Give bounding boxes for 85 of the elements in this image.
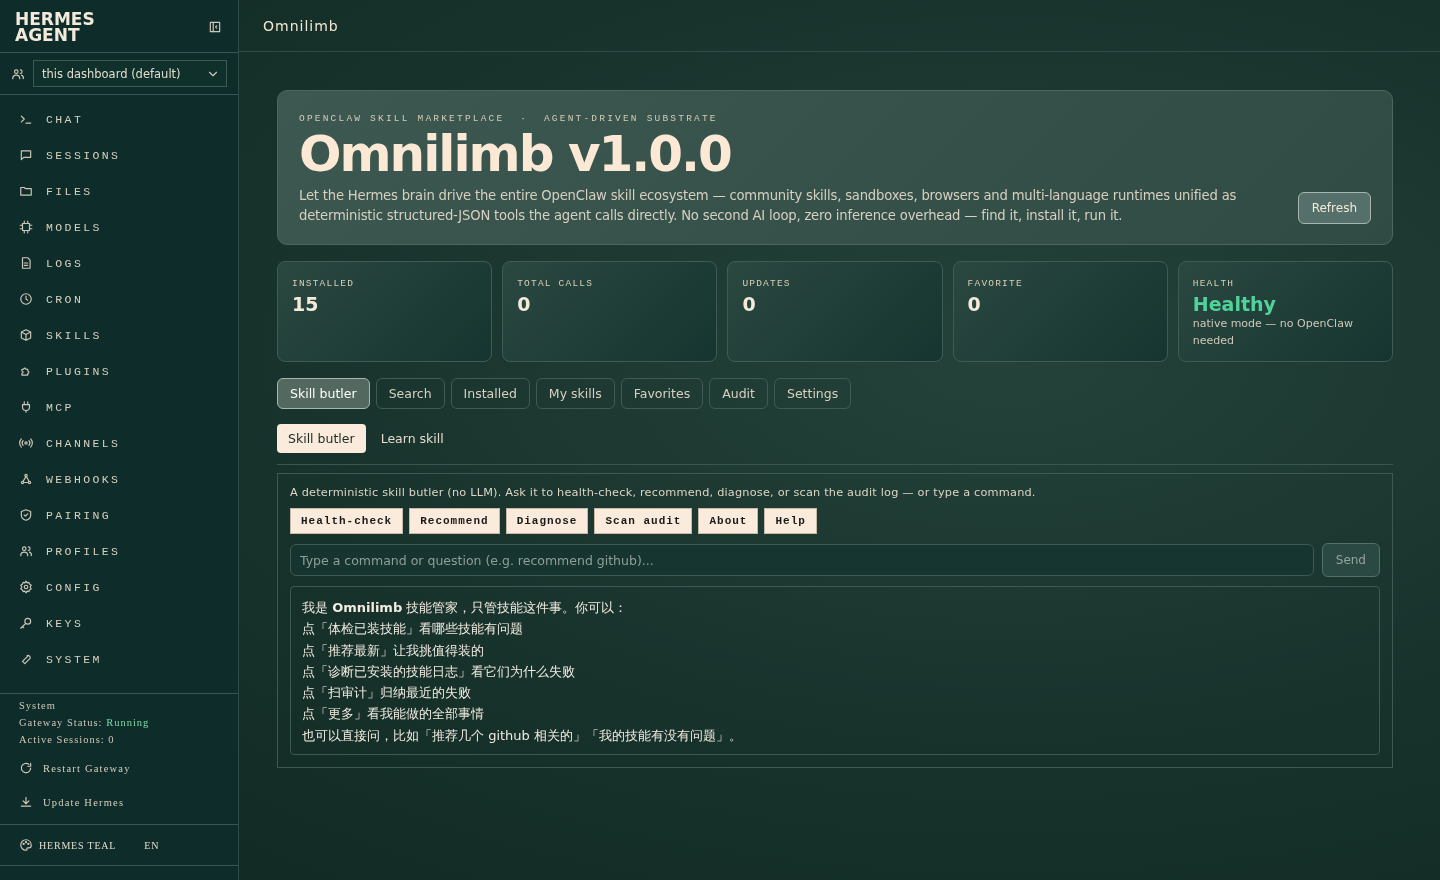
reply-line: 点「体检已装技能」看哪些技能有问题: [302, 620, 524, 638]
tab[interactable]: Skill butler: [277, 378, 370, 409]
stat-value: 0: [742, 293, 757, 315]
page-title: Omnilimb: [263, 17, 339, 34]
quick-action-button[interactable]: Help: [764, 508, 817, 534]
reply-line: 点「更多」看我能做的全部事情: [302, 705, 485, 723]
users-icon: [19, 544, 33, 558]
settings-icon: [19, 580, 33, 594]
health-status: Healthy: [1192, 293, 1277, 315]
sidebar-collapse-icon: [208, 19, 222, 34]
stat-value: 0: [967, 293, 982, 315]
nav-item[interactable]: SKILLS: [0, 317, 238, 353]
tab[interactable]: Audit: [709, 378, 768, 409]
webhook-icon: [19, 472, 33, 486]
nav-item[interactable]: PROFILES: [0, 533, 238, 569]
tab[interactable]: My skills: [535, 378, 615, 409]
folder-icon: [19, 184, 33, 198]
hero-title: Omnilimb v1.0.0: [299, 126, 732, 182]
cube-icon: [19, 328, 33, 342]
quick-action-button[interactable]: Scan audit: [594, 508, 693, 534]
plug-icon: [19, 400, 33, 414]
palette-icon: [19, 838, 33, 852]
nav-item[interactable]: CHANNELS: [0, 425, 238, 461]
stat-value: 15: [292, 293, 320, 315]
active-sessions: Active Sessions: 0: [19, 734, 116, 745]
nav-item[interactable]: LOGS: [0, 245, 238, 281]
quick-action-button[interactable]: About: [698, 508, 759, 534]
nav-item[interactable]: MODELS: [0, 209, 238, 245]
sidebar-action[interactable]: Update Hermes: [0, 785, 238, 819]
language-code[interactable]: EN: [144, 839, 160, 851]
profile-select[interactable]: this dashboard (default): [33, 60, 227, 87]
butler-intro: A deterministic skill butler (no LLM). Ask it to health-check, recommend, diagnose, or scan the audit log — or type a command.: [290, 486, 1037, 499]
broadcast-icon: [19, 436, 33, 450]
nav-item[interactable]: CONFIG: [0, 569, 238, 605]
nav-item[interactable]: SYSTEM: [0, 641, 238, 677]
users-icon: [11, 66, 25, 81]
chip-icon: [19, 220, 33, 234]
stat-label: INSTALLED: [292, 278, 356, 289]
command-input[interactable]: Type a command or question (e.g. recommend github)...: [290, 544, 1314, 576]
terminal-icon: [19, 112, 33, 126]
stat-label: UPDATES: [742, 278, 792, 289]
nav-item[interactable]: FILES: [0, 173, 238, 209]
sidebar-action[interactable]: Restart Gateway: [0, 751, 238, 785]
hero-description: Let the Hermes brain drive the entire OpenClaw skill ecosystem — community skills, sandboxes, browsers and multi-language runtimes unified as deterministic structured-JSON tools the agent calls directly. No second AI loop, zero inference overhead — find it, install it, run it.: [299, 187, 1238, 225]
eyebrow-text: OPENCLAW SKILL MARKETPLACE · AGENT-DRIVEN SUBSTRATE: [299, 113, 719, 124]
brand-logo: HERMES AGENT: [15, 10, 96, 43]
chat-bubble-icon: [19, 148, 33, 162]
theme-name[interactable]: HERMES TEAL: [39, 839, 117, 851]
quick-action-button[interactable]: Recommend: [409, 508, 500, 534]
stat-label: TOTAL CALLS: [517, 278, 595, 289]
nav-item[interactable]: CRON: [0, 281, 238, 317]
quick-action-button[interactable]: Diagnose: [505, 508, 589, 534]
nav-item[interactable]: PAIRING: [0, 497, 238, 533]
stat-value: 0: [517, 293, 532, 315]
document-icon: [19, 256, 33, 270]
refresh-button[interactable]: Refresh: [1297, 192, 1371, 224]
stat-note: native mode — no OpenClaw needed: [1192, 316, 1354, 349]
reply-line: 也可以直接问，比如「推荐几个 github 相关的」「我的技能有没有问题」。: [302, 726, 743, 745]
refresh-icon: [19, 761, 33, 775]
send-button[interactable]: Send: [1321, 543, 1380, 577]
tab[interactable]: Favorites: [620, 378, 704, 409]
nav-item[interactable]: CHAT: [0, 101, 238, 137]
tab[interactable]: Settings: [773, 378, 852, 409]
nav-item[interactable]: PLUGINS: [0, 353, 238, 389]
nav-item[interactable]: SESSIONS: [0, 137, 238, 173]
quick-action-button[interactable]: Health-check: [290, 508, 404, 534]
subtab[interactable]: Skill butler: [277, 424, 366, 453]
tab[interactable]: Installed: [450, 378, 530, 409]
reply-line: 点「扫审计」归纳最近的失败: [302, 684, 472, 702]
subtab[interactable]: Learn skill: [369, 424, 455, 453]
tab[interactable]: Search: [375, 378, 445, 409]
reply-line: 点「推荐最新」让我挑值得装的: [302, 641, 485, 659]
stat-label: HEALTH: [1192, 278, 1236, 289]
nav-item[interactable]: KEYS: [0, 605, 238, 641]
clock-icon: [19, 292, 33, 306]
gateway-status: Gateway Status: Running: [19, 717, 151, 728]
download-icon: [19, 795, 33, 809]
reply-line: 我是 Omnilimb 技能管家，只管技能这件事。你可以：: [302, 599, 629, 617]
reply-line: 点「诊断已安装的技能日志」看它们为什么失败: [302, 662, 576, 681]
nav-item[interactable]: MCP: [0, 389, 238, 425]
shield-check-icon: [19, 508, 33, 522]
nav-item[interactable]: WEBHOOKS: [0, 461, 238, 497]
system-title: System: [19, 700, 57, 711]
key-icon: [19, 616, 33, 630]
stat-label: FAVORITE: [967, 278, 1024, 289]
